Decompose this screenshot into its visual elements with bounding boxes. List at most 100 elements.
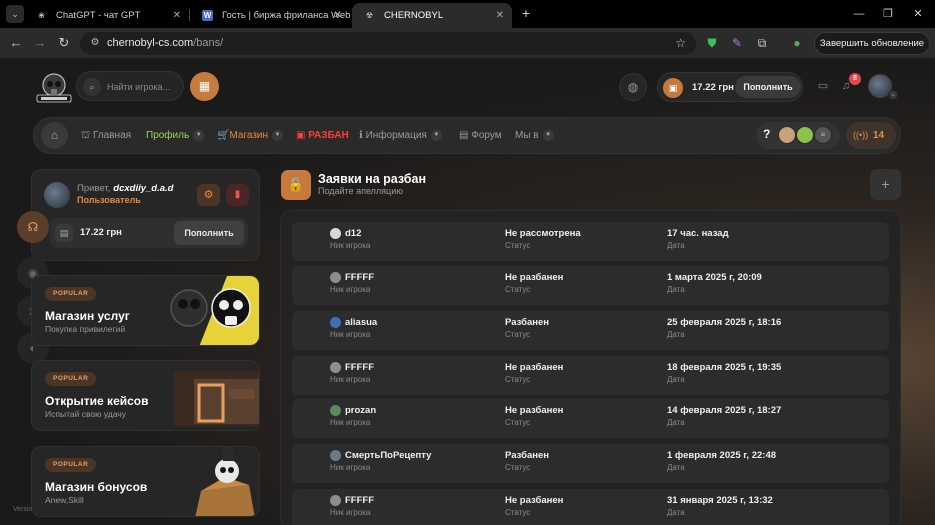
house-icon: ⛫ xyxy=(81,130,91,141)
player-nick[interactable]: FFFFF xyxy=(345,495,374,506)
url-field[interactable]: ⚙ chernobyl-cs.com/bans/ ☆ xyxy=(80,32,696,55)
nav-social[interactable]: Мы в ▼ xyxy=(515,118,554,154)
user-card-avatar[interactable] xyxy=(44,182,70,208)
tab-close-icon[interactable]: ✕ xyxy=(173,3,181,28)
user-card-balance-amount: 17.22 грн xyxy=(80,227,122,238)
promo-subtitle: Anew,Skill xyxy=(45,495,84,505)
tab-search-chevron-icon[interactable]: ⌄ xyxy=(6,5,24,23)
status-label: Статус xyxy=(505,508,531,517)
nav-info[interactable]: ℹ Информация ▼ xyxy=(359,118,442,154)
forward-arrow-icon[interactable]: → xyxy=(33,36,47,50)
player-nick[interactable]: СмертьПоРецепту xyxy=(345,450,431,461)
row-status: Не разбанен xyxy=(505,362,564,373)
messages-icon[interactable]: ▭ xyxy=(816,80,830,93)
promo-cases[interactable]: POPULAR Открытие кейсов Испытай свою уда… xyxy=(31,360,260,431)
nick-label: Ник игрока xyxy=(330,418,371,427)
nick-label: Ник игрока xyxy=(330,375,371,384)
w-icon: W xyxy=(202,10,213,21)
table-row[interactable]: FFFFF Ник игрока Не разбанен Статус 1 марта … xyxy=(292,266,889,305)
plus-icon: + xyxy=(881,176,890,192)
tab-close-icon[interactable]: ✕ xyxy=(334,3,342,28)
table-row[interactable]: aliasua Ник игрока Разбанен Статус 25 феврал… xyxy=(292,311,889,350)
table-row[interactable]: СмертьПоРецепту Ник игрока Разбанен Статус 1… xyxy=(292,444,889,483)
support-headset-icon[interactable]: ☊ xyxy=(17,211,49,243)
version-label: Versio xyxy=(13,506,33,513)
user-card: Привет, dcxdiiy_d.a.d Пользователь ⚙ ▮ ▤ … xyxy=(31,169,260,261)
row-date: 17 час. назад xyxy=(667,228,729,239)
header-topup-button[interactable]: Пополнить xyxy=(735,76,801,98)
nav-home[interactable]: ⛫ Главная xyxy=(81,118,131,154)
player-nick[interactable]: prozan xyxy=(345,405,376,416)
minimize-icon[interactable]: — xyxy=(851,6,867,22)
row-status: Не разбанен xyxy=(505,405,564,416)
back-arrow-icon[interactable]: ← xyxy=(9,36,23,50)
player-avatar xyxy=(330,450,341,461)
chatgpt-icon: ❀ xyxy=(38,11,45,20)
player-nick[interactable]: FFFFF xyxy=(345,362,374,373)
chevron-down-icon: ▼ xyxy=(272,129,284,141)
notification-badge: 8 xyxy=(849,73,861,85)
nav-label: РАЗБАН xyxy=(308,130,349,141)
promo-services[interactable]: POPULAR Магазин услуг Покупка привилегий xyxy=(31,275,260,346)
player-nick[interactable]: aliasua xyxy=(345,317,377,328)
player-search[interactable]: ⌕ xyxy=(76,71,184,101)
restore-icon[interactable]: ❐ xyxy=(880,6,896,22)
row-status: Разбанен xyxy=(505,450,550,461)
nav-shop[interactable]: 🛒Магазин ▼ xyxy=(217,118,284,154)
add-appeal-button[interactable]: + xyxy=(870,169,901,200)
skull-box-art xyxy=(195,447,255,516)
more-lines-icon[interactable]: ≡ xyxy=(814,126,832,144)
settings-button[interactable]: ⚙ xyxy=(197,184,220,206)
shield-extension-icon[interactable]: ⛊ xyxy=(705,36,719,50)
nick-label: Ник игрока xyxy=(330,508,371,517)
qr-menu-button[interactable]: ▦ xyxy=(190,72,219,101)
puzzle-extension-icon[interactable]: ⧉ xyxy=(755,36,769,50)
browser-tab-chatgpt[interactable]: ❀ ChatGPT - чат GPT ✕ xyxy=(24,3,189,28)
nav-forum[interactable]: ▤ Форум xyxy=(459,118,502,154)
avatar-dropdown-icon[interactable]: ⌄ xyxy=(888,90,898,100)
bookmark-star-icon[interactable]: ☆ xyxy=(675,36,686,50)
nav-profile[interactable]: Профиль ▼ xyxy=(146,118,205,154)
popular-tag: POPULAR xyxy=(45,458,97,472)
row-date: 31 января 2025 г, 13:32 xyxy=(667,495,773,506)
player-nick[interactable]: d12 xyxy=(345,228,361,239)
table-row[interactable]: prozan Ник игрока Не разбанен Статус 14 февр… xyxy=(292,399,889,438)
pen-extension-icon[interactable]: ✎ xyxy=(730,36,744,50)
user-card-topup-button[interactable]: Пополнить xyxy=(174,221,244,245)
browser-tab-weblancer[interactable]: W Гость | биржа фриланса Webl... ✕ xyxy=(190,3,350,28)
admin-avatar[interactable] xyxy=(796,126,814,144)
browser-tab-chernobyl[interactable]: ☢ CHERNOBYL ✕ xyxy=(352,3,512,28)
nav-unban[interactable]: ▣ РАЗБАН xyxy=(296,118,349,154)
browser-tab-bar: ⌄ ❀ ChatGPT - чат GPT ✕ W Гость | биржа … xyxy=(0,0,935,28)
new-tab-plus-icon[interactable]: + xyxy=(518,5,534,21)
online-counter[interactable]: ((•)) 14 xyxy=(846,122,896,149)
popular-tag: POPULAR xyxy=(45,287,97,301)
table-row[interactable]: d12 Ник игрока Не рассмотрена Статус 17 час.… xyxy=(292,222,889,261)
reload-icon[interactable]: ↻ xyxy=(57,36,71,50)
date-label: Дата xyxy=(667,330,685,339)
status-label: Статус xyxy=(505,375,531,384)
search-input[interactable] xyxy=(107,77,181,97)
profile-icon[interactable]: ● xyxy=(790,36,804,50)
info-icon: ℹ xyxy=(359,130,363,141)
chernobyl-logo-icon[interactable] xyxy=(35,72,73,106)
language-globe-icon[interactable]: ◍ xyxy=(619,73,647,101)
finish-update-button[interactable]: Завершить обновление xyxy=(814,32,930,55)
player-nick[interactable]: FFFFF xyxy=(345,272,374,283)
table-row[interactable]: FFFFF Ник игрока Не разбанен Статус 31 январ… xyxy=(292,489,889,525)
nav-label: Профиль xyxy=(146,130,190,141)
promo-bonuses[interactable]: POPULAR Магазин бонусов Anew,Skill xyxy=(31,446,260,517)
site-settings-icon[interactable]: ⚙ xyxy=(89,37,101,49)
site-viewport: ⌕ ▦ ◍ ▣ 17.22 грн Пополнить ▭ ♫ 8 ⌄ ⌂ ⛫ … xyxy=(0,59,935,525)
broadcast-icon: ((•)) xyxy=(853,130,869,140)
header-balance-amount: 17.22 грн xyxy=(692,82,734,93)
close-window-icon[interactable]: ✕ xyxy=(910,6,926,22)
home-button[interactable]: ⌂ xyxy=(41,122,68,149)
admin-avatar[interactable] xyxy=(778,126,796,144)
row-date: 14 февраля 2025 г, 18:27 xyxy=(667,405,782,416)
logout-button[interactable]: ▮ xyxy=(226,184,249,206)
help-avatars[interactable]: ? ≡ xyxy=(756,122,840,149)
tab-close-icon[interactable]: ✕ xyxy=(496,3,504,28)
table-row[interactable]: FFFFF Ник игрока Не разбанен Статус 18 февра… xyxy=(292,356,889,395)
player-avatar xyxy=(330,317,341,328)
